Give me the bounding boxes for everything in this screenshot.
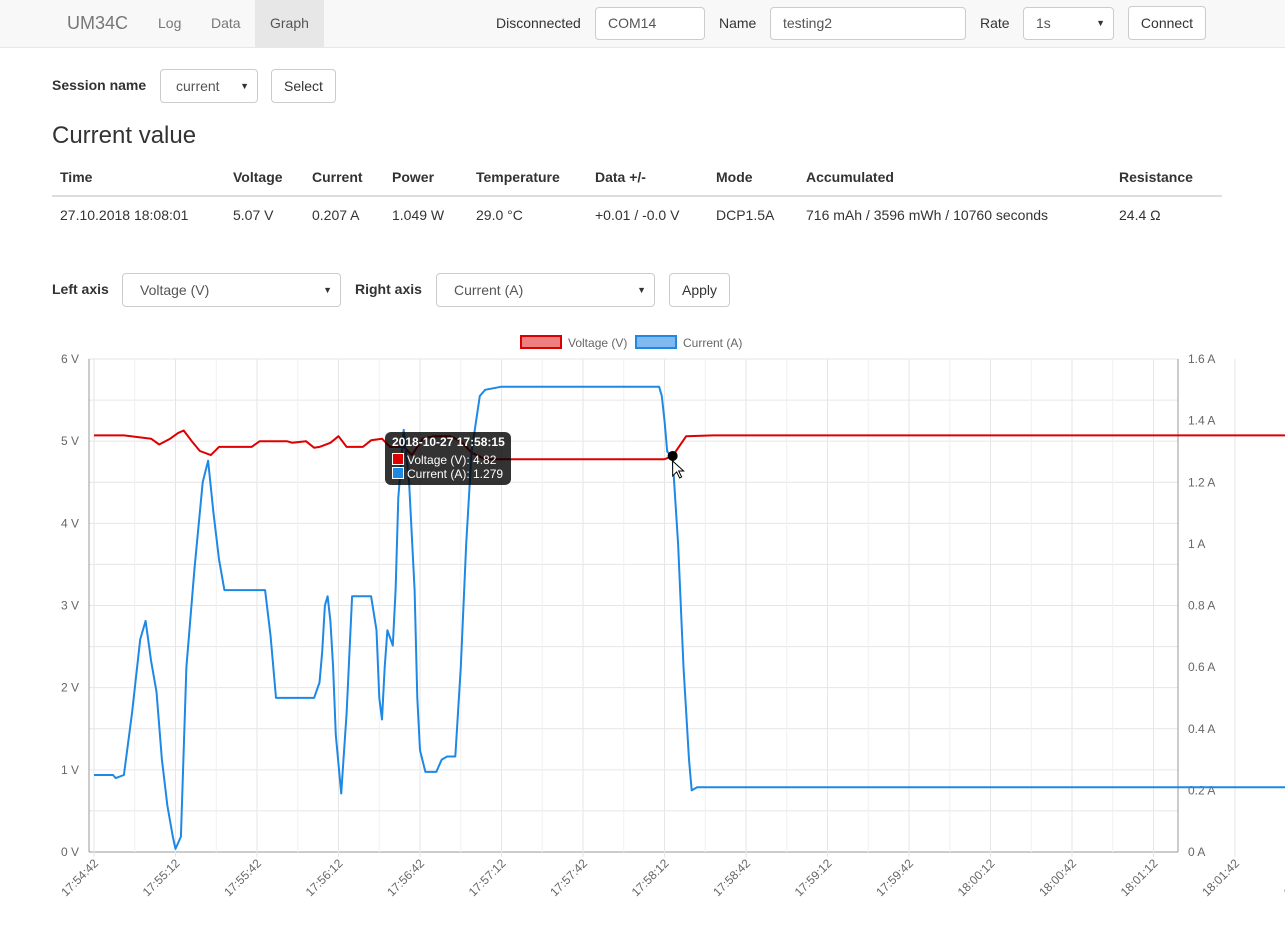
tooltip-current-text: Current (A): 1.279: [407, 467, 504, 481]
x-axis-tick-label: 17:56:12: [303, 856, 346, 899]
left-axis-label: Left axis: [52, 281, 109, 297]
rate-select[interactable]: 1s ▼: [1023, 7, 1114, 40]
nav-graph-link[interactable]: Graph: [255, 0, 324, 47]
current-series-line: [94, 385, 1285, 850]
left-axis-tick-label: 6 V: [61, 352, 79, 366]
legend-label: Voltage (V): [568, 336, 627, 350]
cell-power: 1.049 W: [392, 207, 445, 223]
col-header-resistance: Resistance: [1119, 169, 1193, 185]
col-header-data: Data +/-: [595, 169, 646, 185]
rate-label: Rate: [980, 15, 1010, 31]
left-axis-tick-label: 2 V: [61, 681, 79, 695]
left-axis-select-value: Voltage (V): [140, 282, 210, 298]
chevron-down-icon: ▼: [637, 285, 646, 295]
x-axis-tick-label: 18:00:12: [955, 856, 998, 899]
col-header-current: Current: [312, 169, 363, 185]
left-axis-tick-label: 1 V: [61, 763, 79, 777]
table-header-divider: [52, 195, 1222, 197]
right-axis-tick-label: 0.4 A: [1188, 722, 1215, 736]
right-axis-tick-label: 0.2 A: [1188, 783, 1215, 797]
col-header-accumulated: Accumulated: [806, 169, 894, 185]
x-axis-tick-label: 17:58:42: [710, 856, 753, 899]
left-axis-tick-label: 4 V: [61, 516, 79, 530]
cell-voltage: 5.07 V: [233, 207, 274, 223]
col-header-temperature: Temperature: [476, 169, 560, 185]
x-axis-tick-label: 17:57:12: [466, 856, 509, 899]
nav-log-link[interactable]: Log: [158, 0, 181, 47]
brand-logo[interactable]: UM34C: [67, 13, 128, 34]
col-header-power: Power: [392, 169, 435, 185]
cell-resistance: 24.4 Ω: [1119, 207, 1161, 223]
right-axis-tick-label: 0.6 A: [1188, 660, 1215, 674]
right-axis-tick-label: 1 A: [1188, 537, 1205, 551]
cell-current: 0.207 A: [312, 207, 360, 223]
top-navbar: UM34C Log Data Graph Disconnected COM14 …: [0, 0, 1285, 48]
x-axis-tick-label: 17:55:42: [221, 856, 264, 899]
current-value-heading: Current value: [52, 122, 197, 149]
right-axis-tick-label: 1.2 A: [1188, 475, 1215, 489]
x-axis-tick-label: 18:02:12: [1281, 856, 1285, 899]
session-name-label: Session name: [52, 77, 147, 93]
left-axis-tick-label: 5 V: [61, 434, 79, 448]
current-swatch: [392, 467, 404, 479]
x-axis-tick-label: 17:59:12: [792, 856, 835, 899]
connection-status: Disconnected: [496, 15, 581, 31]
left-axis-select[interactable]: Voltage (V) ▼: [122, 273, 341, 307]
legend-swatch: [520, 335, 562, 349]
rate-select-value: 1s: [1036, 15, 1051, 31]
tooltip-voltage-text: Voltage (V): 4.82: [407, 453, 497, 467]
cell-time: 27.10.2018 18:08:01: [60, 207, 189, 223]
hover-point: [667, 450, 678, 461]
x-axis-tick-label: 17:54:42: [58, 856, 101, 899]
session-select[interactable]: current ▼: [160, 69, 258, 103]
cell-mode: DCP1.5A: [716, 207, 775, 223]
col-header-voltage: Voltage: [233, 169, 283, 185]
right-axis-tick-label: 0.8 A: [1188, 599, 1215, 613]
x-axis-tick-label: 17:55:12: [140, 856, 183, 899]
port-input[interactable]: COM14: [595, 7, 705, 40]
tooltip-current-line: Current (A): 1.279: [392, 467, 503, 481]
chevron-down-icon: ▼: [323, 285, 332, 295]
nav-data-link[interactable]: Data: [211, 0, 241, 47]
name-input[interactable]: testing2: [770, 7, 966, 40]
x-axis-tick-label: 17:56:42: [384, 856, 427, 899]
col-header-time: Time: [60, 169, 93, 185]
right-axis-select[interactable]: Current (A) ▼: [436, 273, 655, 307]
right-axis-label: Right axis: [355, 281, 422, 297]
voltage-series-line: [94, 429, 1285, 461]
connect-button[interactable]: Connect: [1128, 6, 1206, 40]
legend-label: Current (A): [683, 336, 742, 350]
chevron-down-icon: ▼: [1096, 18, 1105, 28]
x-axis-tick-label: 17:58:12: [629, 856, 672, 899]
session-select-value: current: [176, 78, 220, 94]
session-select-button[interactable]: Select: [271, 69, 336, 103]
x-axis-tick-label: 18:01:42: [1199, 856, 1242, 899]
voltage-swatch: [392, 453, 404, 465]
tooltip-voltage-line: Voltage (V): 4.82: [392, 453, 496, 467]
chart-tooltip: 2018-10-27 17:58:15 Voltage (V): 4.82 Cu…: [385, 432, 511, 485]
x-axis-tick-label: 18:01:12: [1118, 856, 1161, 899]
name-label: Name: [719, 15, 757, 31]
cell-data: +0.01 / -0.0 V: [595, 207, 680, 223]
voltage-current-chart[interactable]: 0 V 1 V 2 V 3 V 4 V 5 V 6 V 0 A 0.2 A 0.4 A 0.6 A 0…: [0, 330, 1285, 925]
x-axis-tick-label: 17:59:42: [873, 856, 916, 899]
x-axis-tick-label: 17:57:42: [547, 856, 590, 899]
apply-button[interactable]: Apply: [669, 273, 730, 307]
x-axis-tick-label: 18:00:42: [1036, 856, 1079, 899]
cell-accumulated: 716 mAh / 3596 mWh / 10760 seconds: [806, 207, 1049, 223]
right-axis-tick-label: 0 A: [1188, 845, 1205, 859]
tooltip-title: 2018-10-27 17:58:15: [392, 435, 505, 449]
right-axis-select-value: Current (A): [454, 282, 524, 298]
col-header-mode: Mode: [716, 169, 753, 185]
left-axis-tick-label: 0 V: [61, 845, 79, 859]
cell-temperature: 29.0 °C: [476, 207, 523, 223]
chevron-down-icon: ▼: [240, 81, 249, 91]
legend-swatch: [635, 335, 677, 349]
left-axis-tick-label: 3 V: [61, 599, 79, 613]
right-axis-tick-label: 1.6 A: [1188, 352, 1215, 366]
right-axis-tick-label: 1.4 A: [1188, 414, 1215, 428]
